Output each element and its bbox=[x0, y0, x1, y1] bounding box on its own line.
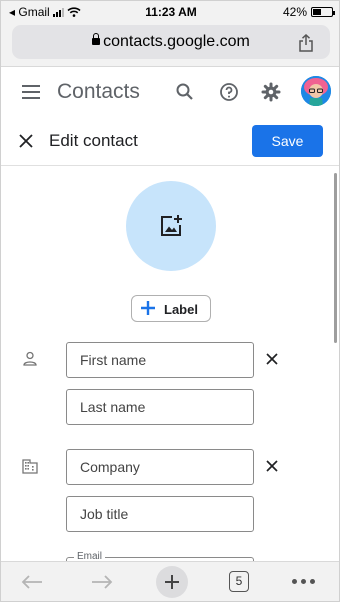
edit-contact-bar: Edit contact Save bbox=[1, 118, 339, 166]
person-icon bbox=[23, 351, 37, 366]
browser-address-area: contacts.google.com bbox=[1, 23, 339, 67]
battery-percent: 42% bbox=[282, 5, 307, 19]
scrollbar[interactable] bbox=[334, 173, 337, 343]
edit-contact-title: Edit contact bbox=[49, 131, 138, 150]
more-options-icon[interactable] bbox=[292, 579, 315, 584]
company-field[interactable]: Company bbox=[66, 449, 254, 485]
avatar-image bbox=[301, 76, 331, 106]
clear-company-icon[interactable] bbox=[266, 460, 278, 472]
new-tab-button[interactable] bbox=[156, 566, 188, 598]
help-icon[interactable] bbox=[217, 80, 241, 104]
close-icon[interactable] bbox=[18, 133, 34, 149]
job-title-field[interactable]: Job title bbox=[66, 496, 254, 532]
app-title: Contacts bbox=[57, 80, 140, 103]
search-icon[interactable] bbox=[173, 80, 197, 104]
menu-icon[interactable] bbox=[22, 85, 40, 99]
settings-icon[interactable] bbox=[259, 80, 283, 104]
building-icon bbox=[22, 459, 38, 474]
share-icon[interactable] bbox=[298, 34, 314, 52]
add-photo-icon bbox=[161, 215, 182, 236]
phone-screen: ◂ Gmail 11:23 AM 42% contacts.google.com bbox=[0, 0, 340, 602]
clear-name-icon[interactable] bbox=[266, 353, 278, 365]
forward-arrow-icon[interactable] bbox=[91, 574, 113, 590]
status-right: 42% bbox=[282, 5, 335, 19]
battery-icon bbox=[311, 7, 335, 17]
last-name-field[interactable]: Last name bbox=[66, 389, 254, 425]
back-arrow-icon[interactable] bbox=[21, 574, 43, 590]
save-button[interactable]: Save bbox=[252, 125, 323, 157]
status-bar: ◂ Gmail 11:23 AM 42% bbox=[1, 1, 339, 23]
first-name-field[interactable]: First name bbox=[66, 342, 254, 378]
plus-icon bbox=[165, 575, 179, 589]
account-avatar[interactable] bbox=[301, 76, 331, 106]
lock-icon bbox=[92, 33, 101, 45]
url-display[interactable]: contacts.google.com bbox=[12, 33, 330, 51]
url-text: contacts.google.com bbox=[103, 33, 250, 50]
app-header: Contacts bbox=[1, 68, 339, 118]
add-label-button[interactable]: Label bbox=[131, 295, 211, 322]
label-button-text: Label bbox=[164, 302, 198, 317]
tabs-count-button[interactable]: 5 bbox=[229, 571, 249, 592]
browser-toolbar: 5 bbox=[1, 561, 339, 601]
address-bar[interactable]: contacts.google.com bbox=[12, 25, 330, 59]
contact-photo-button[interactable] bbox=[126, 181, 216, 271]
plus-icon bbox=[141, 301, 155, 315]
